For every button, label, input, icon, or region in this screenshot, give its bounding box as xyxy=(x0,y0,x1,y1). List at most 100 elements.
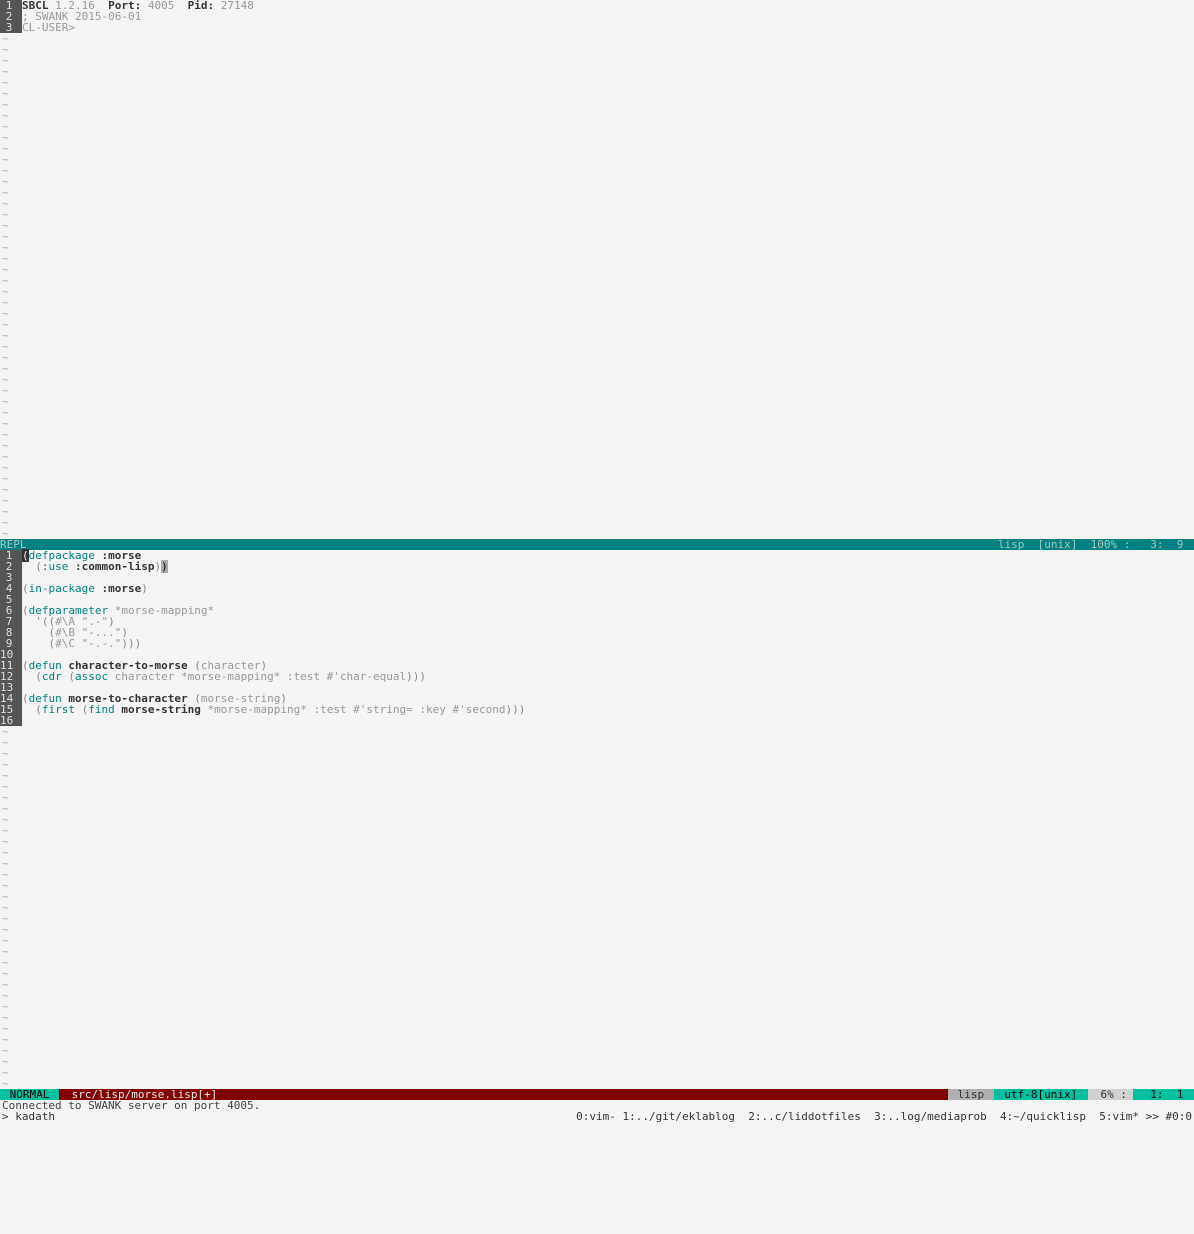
tmux-status-bar[interactable]: > kadath 0:vim- 1:../git/eklablog 2:..c/… xyxy=(0,1111,1194,1122)
empty-line-tilde: ~ xyxy=(0,1001,1194,1012)
empty-line-tilde: ~ xyxy=(0,1012,1194,1023)
empty-line-tilde: ~ xyxy=(0,836,1194,847)
empty-line-tilde: ~ xyxy=(0,814,1194,825)
empty-line-tilde: ~ xyxy=(0,330,1194,341)
empty-line-tilde: ~ xyxy=(0,198,1194,209)
empty-line-tilde: ~ xyxy=(0,132,1194,143)
empty-line-tilde: ~ xyxy=(0,110,1194,121)
empty-line-tilde: ~ xyxy=(0,297,1194,308)
empty-line-tilde: ~ xyxy=(0,869,1194,880)
repl-line: 3 CL-USER> xyxy=(0,22,1194,33)
empty-line-tilde: ~ xyxy=(0,286,1194,297)
empty-line-tilde: ~ xyxy=(0,374,1194,385)
empty-line-tilde: ~ xyxy=(0,319,1194,330)
empty-line-tilde: ~ xyxy=(0,880,1194,891)
empty-line-tilde: ~ xyxy=(0,1023,1194,1034)
empty-line-tilde: ~ xyxy=(0,176,1194,187)
empty-line-tilde: ~ xyxy=(0,440,1194,451)
empty-line-tilde: ~ xyxy=(0,902,1194,913)
encoding-indicator: utf-8[unix] xyxy=(994,1089,1088,1100)
empty-line-tilde: ~ xyxy=(0,968,1194,979)
empty-line-tilde: ~ xyxy=(0,495,1194,506)
empty-line-tilde: ~ xyxy=(0,231,1194,242)
code-line[interactable]: 6 (defparameter *morse-mapping* xyxy=(0,605,1194,616)
code-line[interactable]: 2 (:use :common-lisp)) xyxy=(0,561,1194,572)
repl-status-right: lisp [unix] 100% : 3: 9 xyxy=(998,539,1190,550)
repl-pane[interactable]: 1 SBCL 1.2.16 Port: 4005 Pid: 271482 ; S… xyxy=(0,0,1194,539)
editor-pane[interactable]: 1 (defpackage :morse2 (:use :common-lisp… xyxy=(0,550,1194,1089)
empty-line-tilde: ~ xyxy=(0,726,1194,737)
empty-line-tilde: ~ xyxy=(0,506,1194,517)
empty-line-tilde: ~ xyxy=(0,220,1194,231)
empty-line-tilde: ~ xyxy=(0,770,1194,781)
empty-line-tilde: ~ xyxy=(0,473,1194,484)
repl-line: 2 ; SWANK 2015-06-01 xyxy=(0,11,1194,22)
empty-line-tilde: ~ xyxy=(0,913,1194,924)
empty-line-tilde: ~ xyxy=(0,308,1194,319)
code-line[interactable]: 3 xyxy=(0,572,1194,583)
empty-line-tilde: ~ xyxy=(0,957,1194,968)
tmux-windows[interactable]: 0:vim- 1:../git/eklablog 2:..c/liddotfil… xyxy=(576,1111,1192,1122)
empty-line-tilde: ~ xyxy=(0,462,1194,473)
empty-line-tilde: ~ xyxy=(0,407,1194,418)
code-line[interactable]: 15 (first (find morse-string *morse-mapp… xyxy=(0,704,1194,715)
empty-line-tilde: ~ xyxy=(0,946,1194,957)
empty-line-tilde: ~ xyxy=(0,781,1194,792)
empty-line-tilde: ~ xyxy=(0,209,1194,220)
empty-line-tilde: ~ xyxy=(0,891,1194,902)
empty-line-tilde: ~ xyxy=(0,1045,1194,1056)
empty-line-tilde: ~ xyxy=(0,935,1194,946)
empty-line-tilde: ~ xyxy=(0,66,1194,77)
empty-line-tilde: ~ xyxy=(0,1056,1194,1067)
empty-line-tilde: ~ xyxy=(0,979,1194,990)
empty-line-tilde: ~ xyxy=(0,737,1194,748)
empty-line-tilde: ~ xyxy=(0,792,1194,803)
code-line[interactable]: 9 (#\C "-.-."))) xyxy=(0,638,1194,649)
empty-line-tilde: ~ xyxy=(0,275,1194,286)
empty-line-tilde: ~ xyxy=(0,484,1194,495)
empty-line-tilde: ~ xyxy=(0,517,1194,528)
empty-line-tilde: ~ xyxy=(0,924,1194,935)
empty-line-tilde: ~ xyxy=(0,33,1194,44)
empty-line-tilde: ~ xyxy=(0,352,1194,363)
empty-line-tilde: ~ xyxy=(0,418,1194,429)
empty-line-tilde: ~ xyxy=(0,1034,1194,1045)
empty-line-tilde: ~ xyxy=(0,396,1194,407)
empty-line-tilde: ~ xyxy=(0,858,1194,869)
empty-line-tilde: ~ xyxy=(0,55,1194,66)
empty-line-tilde: ~ xyxy=(0,363,1194,374)
empty-line-tilde: ~ xyxy=(0,242,1194,253)
code-line[interactable]: 12 (cdr (assoc character *morse-mapping*… xyxy=(0,671,1194,682)
percent-indicator: 6% : xyxy=(1088,1089,1133,1100)
empty-line-tilde: ~ xyxy=(0,825,1194,836)
code-line[interactable]: 7 '((#\A ".-") xyxy=(0,616,1194,627)
empty-line-tilde: ~ xyxy=(0,143,1194,154)
empty-line-tilde: ~ xyxy=(0,154,1194,165)
empty-line-tilde: ~ xyxy=(0,44,1194,55)
repl-line: 1 SBCL 1.2.16 Port: 4005 Pid: 27148 xyxy=(0,0,1194,11)
empty-line-tilde: ~ xyxy=(0,429,1194,440)
empty-line-tilde: ~ xyxy=(0,759,1194,770)
tmux-session: > kadath xyxy=(2,1111,55,1122)
empty-line-tilde: ~ xyxy=(0,990,1194,1001)
empty-line-tilde: ~ xyxy=(0,77,1194,88)
empty-line-tilde: ~ xyxy=(0,803,1194,814)
filetype-indicator: lisp xyxy=(948,1089,994,1100)
empty-line-tilde: ~ xyxy=(0,748,1194,759)
code-line[interactable]: 1 (defpackage :morse xyxy=(0,550,1194,561)
empty-line-tilde: ~ xyxy=(0,1067,1194,1078)
empty-line-tilde: ~ xyxy=(0,121,1194,132)
empty-line-tilde: ~ xyxy=(0,341,1194,352)
empty-line-tilde: ~ xyxy=(0,99,1194,110)
empty-line-tilde: ~ xyxy=(0,165,1194,176)
code-line[interactable]: 4 (in-package :morse) xyxy=(0,583,1194,594)
empty-line-tilde: ~ xyxy=(0,187,1194,198)
empty-line-tilde: ~ xyxy=(0,88,1194,99)
empty-line-tilde: ~ xyxy=(0,385,1194,396)
empty-line-tilde: ~ xyxy=(0,847,1194,858)
empty-line-tilde: ~ xyxy=(0,264,1194,275)
empty-line-tilde: ~ xyxy=(0,253,1194,264)
code-line[interactable]: 16 xyxy=(0,715,1194,726)
code-line[interactable]: 8 (#\B "-...") xyxy=(0,627,1194,638)
empty-line-tilde: ~ xyxy=(0,451,1194,462)
